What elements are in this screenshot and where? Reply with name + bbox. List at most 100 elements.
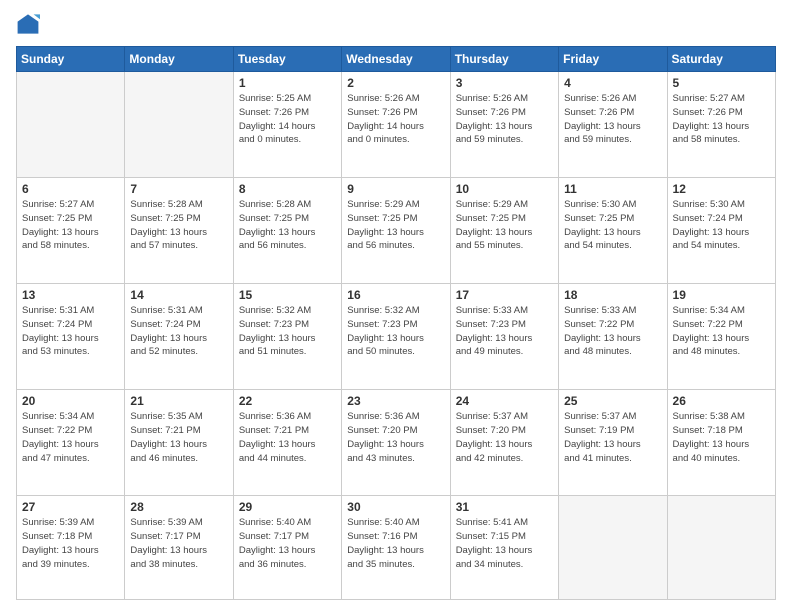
day-info: Sunrise: 5:40 AM Sunset: 7:16 PM Dayligh…: [347, 516, 444, 571]
day-number: 12: [673, 182, 770, 196]
day-info: Sunrise: 5:32 AM Sunset: 7:23 PM Dayligh…: [239, 304, 336, 359]
day-info: Sunrise: 5:34 AM Sunset: 7:22 PM Dayligh…: [22, 410, 119, 465]
day-info: Sunrise: 5:35 AM Sunset: 7:21 PM Dayligh…: [130, 410, 227, 465]
day-header-thursday: Thursday: [450, 47, 558, 72]
page: SundayMondayTuesdayWednesdayThursdayFrid…: [0, 0, 792, 612]
calendar-cell: 16 Sunrise: 5:32 AM Sunset: 7:23 PM Dayli…: [342, 284, 450, 390]
calendar-cell: 23 Sunrise: 5:36 AM Sunset: 7:20 PM Dayli…: [342, 390, 450, 496]
logo-icon: [16, 12, 40, 36]
calendar-cell: 20 Sunrise: 5:34 AM Sunset: 7:22 PM Dayli…: [17, 390, 125, 496]
calendar-cell: 17 Sunrise: 5:33 AM Sunset: 7:23 PM Dayli…: [450, 284, 558, 390]
day-info: Sunrise: 5:37 AM Sunset: 7:20 PM Dayligh…: [456, 410, 553, 465]
day-number: 26: [673, 394, 770, 408]
day-number: 19: [673, 288, 770, 302]
calendar-cell: 4 Sunrise: 5:26 AM Sunset: 7:26 PM Daylig…: [559, 72, 667, 178]
day-number: 13: [22, 288, 119, 302]
calendar-cell: 22 Sunrise: 5:36 AM Sunset: 7:21 PM Dayli…: [233, 390, 341, 496]
day-number: 4: [564, 76, 661, 90]
day-number: 14: [130, 288, 227, 302]
day-info: Sunrise: 5:37 AM Sunset: 7:19 PM Dayligh…: [564, 410, 661, 465]
day-info: Sunrise: 5:29 AM Sunset: 7:25 PM Dayligh…: [456, 198, 553, 253]
day-info: Sunrise: 5:30 AM Sunset: 7:24 PM Dayligh…: [673, 198, 770, 253]
calendar-cell: 12 Sunrise: 5:30 AM Sunset: 7:24 PM Dayli…: [667, 178, 775, 284]
calendar-cell: 21Sunrise: 5:35 AM Sunset: 7:21 PM Dayli…: [125, 390, 233, 496]
day-number: 27: [22, 500, 119, 514]
day-info: Sunrise: 5:27 AM Sunset: 7:26 PM Dayligh…: [673, 92, 770, 147]
day-number: 2: [347, 76, 444, 90]
day-number: 15: [239, 288, 336, 302]
day-info: Sunrise: 5:33 AM Sunset: 7:22 PM Dayligh…: [564, 304, 661, 359]
calendar-cell: 30 Sunrise: 5:40 AM Sunset: 7:16 PM Dayli…: [342, 496, 450, 600]
day-info: Sunrise: 5:33 AM Sunset: 7:23 PM Dayligh…: [456, 304, 553, 359]
day-number: 8: [239, 182, 336, 196]
calendar-cell: 13Sunrise: 5:31 AM Sunset: 7:24 PM Dayli…: [17, 284, 125, 390]
week-row-2: 6 Sunrise: 5:27 AM Sunset: 7:25 PM Daylig…: [17, 178, 776, 284]
day-info: Sunrise: 5:36 AM Sunset: 7:20 PM Dayligh…: [347, 410, 444, 465]
calendar-cell: [17, 72, 125, 178]
calendar-cell: [667, 496, 775, 600]
day-info: Sunrise: 5:38 AM Sunset: 7:18 PM Dayligh…: [673, 410, 770, 465]
day-number: 16: [347, 288, 444, 302]
day-info: Sunrise: 5:29 AM Sunset: 7:25 PM Dayligh…: [347, 198, 444, 253]
day-header-tuesday: Tuesday: [233, 47, 341, 72]
calendar-cell: 8Sunrise: 5:28 AM Sunset: 7:25 PM Daylig…: [233, 178, 341, 284]
week-row-3: 13 Sunrise: 5:31 AM Sunset: 7:24 PM Dayli…: [17, 284, 776, 390]
day-number: 31: [456, 500, 553, 514]
day-info: Sunrise: 5:26 AM Sunset: 7:26 PM Dayligh…: [564, 92, 661, 147]
day-number: 7: [130, 182, 227, 196]
day-info: Sunrise: 5:28 AM Sunset: 7:25 PM Dayligh…: [130, 198, 227, 253]
day-info: Sunrise: 5:30 AM Sunset: 7:25 PM Dayligh…: [564, 198, 661, 253]
day-info: Sunrise: 5:27 AM Sunset: 7:25 PM Dayligh…: [22, 198, 119, 253]
week-row-1: 1 Sunrise: 5:25 AM Sunset: 7:26 PM Daylig…: [17, 72, 776, 178]
calendar-table: SundayMondayTuesdayWednesdayThursdayFrid…: [16, 46, 776, 600]
calendar-cell: 5 Sunrise: 5:27 AM Sunset: 7:26 PM Daylig…: [667, 72, 775, 178]
day-header-monday: Monday: [125, 47, 233, 72]
day-header-saturday: Saturday: [667, 47, 775, 72]
day-number: 18: [564, 288, 661, 302]
calendar-cell: 1 Sunrise: 5:25 AM Sunset: 7:26 PM Daylig…: [233, 72, 341, 178]
calendar-cell: 26 Sunrise: 5:38 AM Sunset: 7:18 PM Dayli…: [667, 390, 775, 496]
calendar-cell: 3Sunrise: 5:26 AM Sunset: 7:26 PM Daylig…: [450, 72, 558, 178]
header: [16, 12, 776, 36]
day-number: 22: [239, 394, 336, 408]
calendar-cell: 15 Sunrise: 5:32 AM Sunset: 7:23 PM Dayli…: [233, 284, 341, 390]
day-number: 20: [22, 394, 119, 408]
week-row-5: 27 Sunrise: 5:39 AM Sunset: 7:18 PM Dayli…: [17, 496, 776, 600]
day-info: Sunrise: 5:25 AM Sunset: 7:26 PM Dayligh…: [239, 92, 336, 147]
day-number: 6: [22, 182, 119, 196]
calendar-cell: 31 Sunrise: 5:41 AM Sunset: 7:15 PM Dayli…: [450, 496, 558, 600]
day-number: 24: [456, 394, 553, 408]
day-number: 30: [347, 500, 444, 514]
day-number: 1: [239, 76, 336, 90]
calendar-cell: 10Sunrise: 5:29 AM Sunset: 7:25 PM Dayli…: [450, 178, 558, 284]
calendar-cell: 11 Sunrise: 5:30 AM Sunset: 7:25 PM Dayli…: [559, 178, 667, 284]
day-number: 17: [456, 288, 553, 302]
calendar-cell: 29Sunrise: 5:40 AM Sunset: 7:17 PM Dayli…: [233, 496, 341, 600]
calendar-cell: [125, 72, 233, 178]
day-info: Sunrise: 5:34 AM Sunset: 7:22 PM Dayligh…: [673, 304, 770, 359]
calendar-cell: 2Sunrise: 5:26 AM Sunset: 7:26 PM Daylig…: [342, 72, 450, 178]
day-number: 5: [673, 76, 770, 90]
day-number: 9: [347, 182, 444, 196]
day-header-sunday: Sunday: [17, 47, 125, 72]
day-number: 23: [347, 394, 444, 408]
calendar-header-row: SundayMondayTuesdayWednesdayThursdayFrid…: [17, 47, 776, 72]
calendar-cell: 25 Sunrise: 5:37 AM Sunset: 7:19 PM Dayli…: [559, 390, 667, 496]
day-info: Sunrise: 5:41 AM Sunset: 7:15 PM Dayligh…: [456, 516, 553, 571]
calendar-cell: 24 Sunrise: 5:37 AM Sunset: 7:20 PM Dayli…: [450, 390, 558, 496]
day-header-wednesday: Wednesday: [342, 47, 450, 72]
day-number: 28: [130, 500, 227, 514]
calendar-cell: 28Sunrise: 5:39 AM Sunset: 7:17 PM Dayli…: [125, 496, 233, 600]
day-info: Sunrise: 5:31 AM Sunset: 7:24 PM Dayligh…: [130, 304, 227, 359]
day-info: Sunrise: 5:36 AM Sunset: 7:21 PM Dayligh…: [239, 410, 336, 465]
day-number: 25: [564, 394, 661, 408]
calendar-cell: 18 Sunrise: 5:33 AM Sunset: 7:22 PM Dayli…: [559, 284, 667, 390]
day-number: 29: [239, 500, 336, 514]
day-info: Sunrise: 5:32 AM Sunset: 7:23 PM Dayligh…: [347, 304, 444, 359]
day-number: 3: [456, 76, 553, 90]
day-number: 11: [564, 182, 661, 196]
calendar-cell: 6 Sunrise: 5:27 AM Sunset: 7:25 PM Daylig…: [17, 178, 125, 284]
calendar-cell: 27 Sunrise: 5:39 AM Sunset: 7:18 PM Dayli…: [17, 496, 125, 600]
day-info: Sunrise: 5:39 AM Sunset: 7:18 PM Dayligh…: [22, 516, 119, 571]
calendar-cell: 19 Sunrise: 5:34 AM Sunset: 7:22 PM Dayli…: [667, 284, 775, 390]
